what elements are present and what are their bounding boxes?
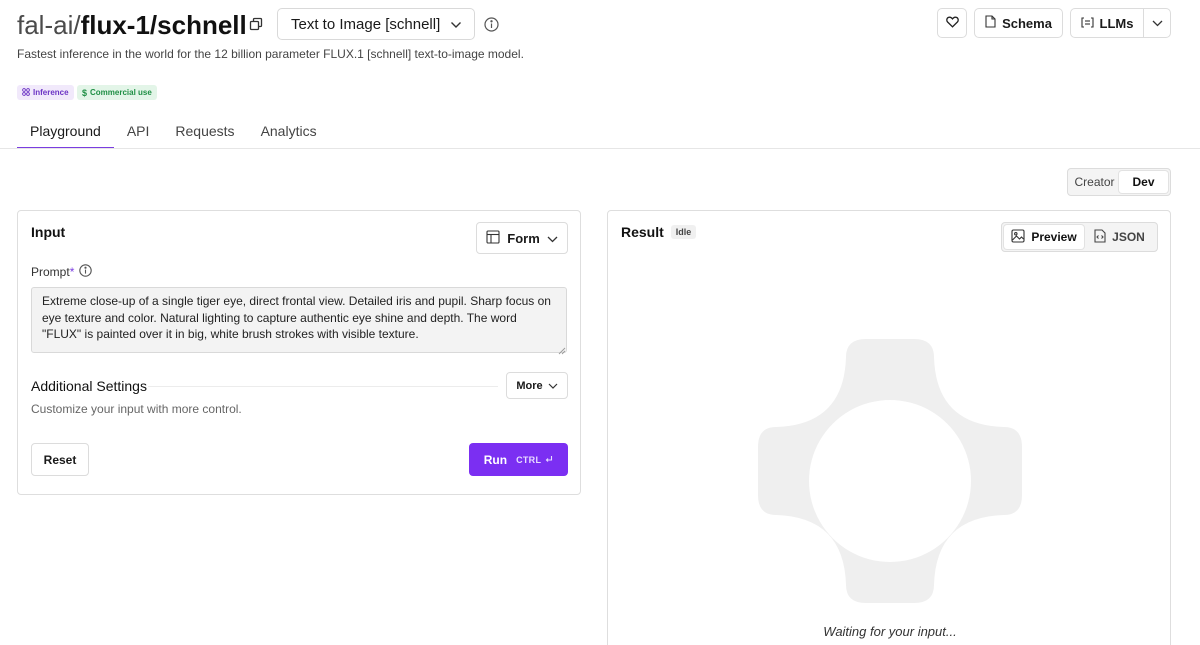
- llms-button[interactable]: LLMs: [1071, 9, 1144, 37]
- mode-toggle: Creator Dev: [1067, 168, 1171, 196]
- tab-analytics[interactable]: Analytics: [248, 118, 330, 149]
- inference-badge-label: Inference: [33, 88, 69, 97]
- prompt-input[interactable]: Extreme close-up of a single tiger eye, …: [31, 287, 567, 353]
- tab-requests[interactable]: Requests: [162, 118, 247, 149]
- result-panel: Result Idle Preview JSON Waiting for you…: [607, 210, 1171, 645]
- result-header: Result Idle: [621, 224, 697, 240]
- mode-dev[interactable]: Dev: [1119, 171, 1168, 193]
- document-icon: [985, 15, 996, 31]
- grid-icon: [22, 87, 30, 98]
- llms-label: LLMs: [1099, 15, 1134, 31]
- image-icon: [1011, 228, 1025, 246]
- waiting-message: Waiting for your input...: [823, 624, 957, 639]
- commercial-badge: $ Commercial use: [77, 85, 157, 100]
- result-view-toggle: Preview JSON: [1001, 222, 1158, 252]
- run-shortcut: CTRL: [516, 455, 553, 465]
- model-name: flux-1/schnell: [80, 10, 247, 40]
- chevron-down-icon: [548, 380, 558, 392]
- info-icon[interactable]: [79, 264, 93, 280]
- preview-label: Preview: [1031, 230, 1077, 244]
- status-badge: Idle: [670, 225, 697, 239]
- result-panel-title: Result: [621, 224, 664, 240]
- enter-key-icon: [545, 455, 553, 465]
- additional-settings-divider: [148, 386, 498, 387]
- chevron-down-icon: [450, 16, 462, 33]
- chevron-down-icon: [1152, 14, 1163, 32]
- run-label: Run: [483, 452, 508, 467]
- more-settings-button[interactable]: More: [506, 372, 568, 399]
- model-description: Fastest inference in the world for the 1…: [17, 47, 524, 61]
- additional-settings-description: Customize your input with more control.: [31, 402, 242, 416]
- tab-playground[interactable]: Playground: [17, 118, 114, 149]
- main-tabs: Playground API Requests Analytics: [17, 118, 330, 149]
- form-view-label: Form: [507, 230, 540, 246]
- reset-button[interactable]: Reset: [31, 443, 89, 476]
- required-marker: *: [69, 265, 75, 279]
- endpoint-select-label: Text to Image [schnell]: [291, 15, 441, 33]
- model-title: fal-ai/flux-1/schnell: [17, 10, 247, 40]
- placeholder-graphic: [758, 339, 1022, 603]
- heart-icon: [945, 16, 959, 31]
- llms-dropdown-toggle[interactable]: [1144, 9, 1170, 37]
- dollar-icon: $: [82, 87, 88, 98]
- input-panel-title: Input: [31, 224, 66, 240]
- schema-button[interactable]: Schema: [974, 8, 1063, 38]
- commercial-badge-label: Commercial use: [90, 88, 152, 97]
- layout-icon: [486, 229, 500, 247]
- run-button[interactable]: Run CTRL: [469, 443, 568, 476]
- copy-icon[interactable]: [249, 17, 263, 31]
- llms-button-group: LLMs: [1070, 8, 1171, 38]
- info-icon[interactable]: [484, 17, 499, 32]
- schema-label: Schema: [1002, 15, 1052, 31]
- tabs-divider: [0, 148, 1200, 149]
- mode-creator[interactable]: Creator: [1070, 171, 1119, 193]
- form-view-button[interactable]: Form: [476, 222, 568, 254]
- json-tab[interactable]: JSON: [1084, 225, 1155, 249]
- prompt-label: Prompt*: [31, 264, 93, 280]
- more-settings-label: More: [516, 379, 543, 392]
- favorite-button[interactable]: [937, 8, 967, 38]
- resize-handle-icon[interactable]: [557, 342, 566, 355]
- chevron-down-icon: [547, 231, 558, 246]
- endpoint-select[interactable]: Text to Image [schnell]: [277, 8, 475, 40]
- additional-settings-title: Additional Settings: [31, 378, 147, 394]
- code-file-icon: [1094, 228, 1106, 246]
- model-owner: fal-ai/: [17, 10, 81, 40]
- llms-icon: [1080, 16, 1094, 31]
- json-label: JSON: [1112, 230, 1145, 244]
- prompt-label-text: Prompt: [31, 265, 70, 279]
- input-panel: Input Form Prompt* Extreme close-up of a…: [17, 210, 581, 495]
- preview-tab[interactable]: Preview: [1004, 225, 1084, 249]
- tab-api[interactable]: API: [114, 118, 163, 149]
- inference-badge: Inference: [17, 85, 74, 100]
- run-shortcut-label: CTRL: [516, 454, 542, 465]
